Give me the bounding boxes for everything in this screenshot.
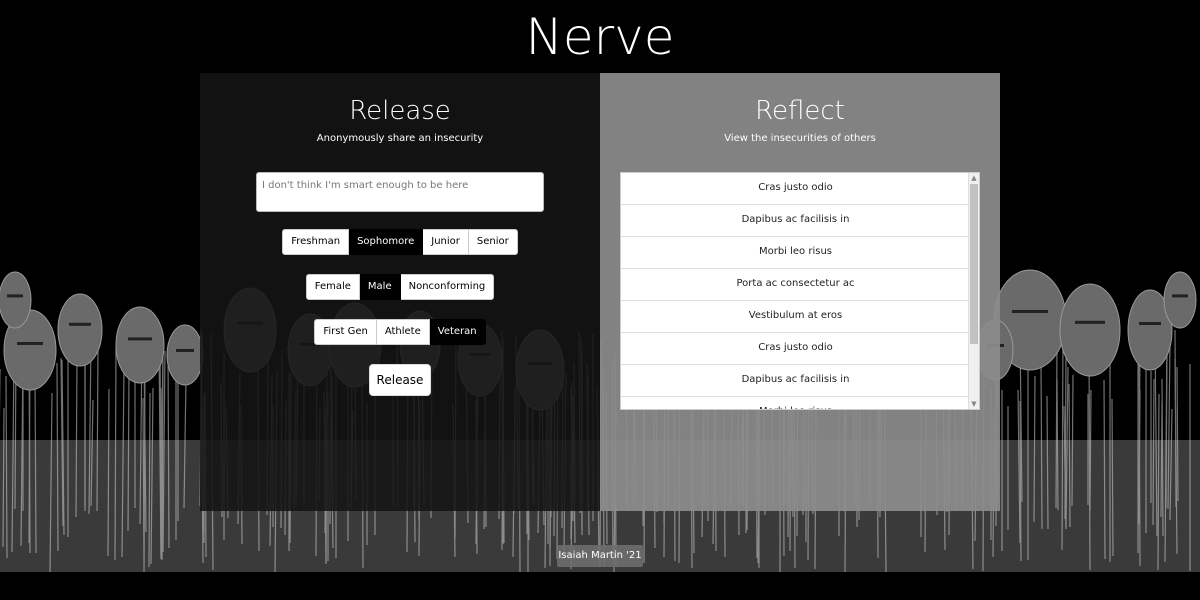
mask-eyes xyxy=(1172,294,1188,298)
list-item[interactable]: Morbi leo risus xyxy=(621,397,970,409)
insecurity-input[interactable]: I don't think I'm smart enough to be her… xyxy=(256,172,544,212)
mask-eyes xyxy=(128,337,152,341)
chevron-down-icon[interactable]: ▼ xyxy=(969,399,979,409)
mask-shape xyxy=(166,324,204,386)
footer-credit: Isaiah Martin '21 xyxy=(557,545,643,567)
release-panel: Release Anonymously share an insecurity … xyxy=(200,73,600,511)
mask-shape xyxy=(0,271,32,329)
identity-option[interactable]: Veteran xyxy=(429,319,486,345)
gender-option[interactable]: Female xyxy=(305,274,360,300)
release-subheading: Anonymously share an insecurity xyxy=(316,133,484,144)
year-option[interactable]: Junior xyxy=(423,229,469,255)
mask-eyes xyxy=(1075,320,1105,324)
gender-option[interactable]: Male xyxy=(359,274,401,300)
mask-eyes xyxy=(1012,310,1048,313)
gender-toggle-group: Female Male Nonconforming xyxy=(200,274,600,300)
list-item[interactable]: Porta ac consectetur ac xyxy=(621,269,970,301)
year-option[interactable]: Sophomore xyxy=(349,229,424,255)
mask-shape xyxy=(1163,271,1197,329)
site-title: Nerve xyxy=(525,8,675,66)
mask-eyes xyxy=(17,342,43,345)
mask-eyes xyxy=(176,349,194,352)
gender-option[interactable]: Nonconforming xyxy=(400,274,495,300)
mask-eyes xyxy=(1139,322,1161,325)
mask-shape xyxy=(1059,283,1121,377)
reflect-panel: Reflect View the insecurities of others … xyxy=(600,73,1000,511)
mask-eyes xyxy=(69,322,91,326)
list-scrollbar[interactable]: ▲ ▼ xyxy=(968,173,979,409)
year-option[interactable]: Senior xyxy=(468,229,518,255)
release-heading: Release xyxy=(349,96,451,126)
reflect-subheading: View the insecurities of others xyxy=(724,133,876,144)
identity-toggle-group: First Gen Athlete Veteran xyxy=(200,319,600,345)
list-item[interactable]: Morbi leo risus xyxy=(621,237,970,269)
chevron-up-icon[interactable]: ▲ xyxy=(969,173,979,183)
year-toggle-group: Freshman Sophomore Junior Senior xyxy=(200,229,600,255)
reflect-heading: Reflect xyxy=(755,96,845,126)
scroll-thumb[interactable] xyxy=(970,184,978,344)
release-button[interactable]: Release xyxy=(369,364,431,396)
list-item[interactable]: Dapibus ac facilisis in xyxy=(621,365,970,397)
list-item[interactable]: Cras justo odio xyxy=(621,173,970,205)
list-item[interactable]: Cras justo odio xyxy=(621,333,970,365)
identity-option[interactable]: Athlete xyxy=(376,319,430,345)
identity-option[interactable]: First Gen xyxy=(314,319,377,345)
insecurity-list[interactable]: Cras justo odio Dapibus ac facilisis in … xyxy=(620,172,980,410)
list-item[interactable]: Vestibulum at eros xyxy=(621,301,970,333)
mask-shape xyxy=(57,293,103,367)
list-item[interactable]: Dapibus ac facilisis in xyxy=(621,205,970,237)
year-option[interactable]: Freshman xyxy=(282,229,350,255)
mask-shape xyxy=(115,306,165,384)
page: Nerve Release Anonymously share an insec… xyxy=(0,0,1200,600)
mask-eyes xyxy=(7,294,23,298)
